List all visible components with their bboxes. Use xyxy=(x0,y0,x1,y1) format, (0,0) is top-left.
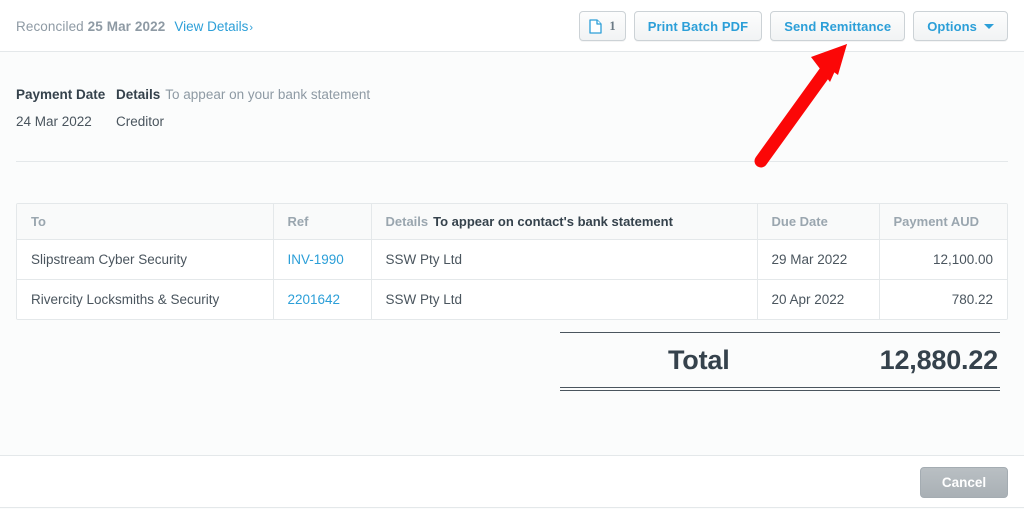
reconciled-date: 25 Mar 2022 xyxy=(87,18,166,34)
details-hint: To appear on your bank statement xyxy=(165,87,371,102)
cell-to: Slipstream Cyber Security xyxy=(17,239,274,280)
cell-to: Rivercity Locksmiths & Security xyxy=(17,279,274,319)
total-row: Total 12,880.22 xyxy=(560,333,1000,387)
cell-payment-amount: 780.22 xyxy=(879,279,1007,319)
send-remittance-button[interactable]: Send Remittance xyxy=(770,11,906,41)
attachments-button[interactable]: 1 xyxy=(579,11,626,41)
cell-due-date: 29 Mar 2022 xyxy=(757,239,880,280)
payment-date-value-cell: 24 Mar 2022 xyxy=(16,113,116,131)
details-value-cell: Creditor xyxy=(116,113,164,131)
column-header-to[interactable]: To xyxy=(17,204,274,240)
cancel-button[interactable]: Cancel xyxy=(920,467,1008,498)
due-date-text: 20 Apr 2022 xyxy=(771,291,845,307)
total-value: 12,880.22 xyxy=(879,344,999,375)
column-header-ref-label: Ref xyxy=(287,213,309,229)
column-header-ref[interactable]: Ref xyxy=(273,204,372,240)
cancel-label: Cancel xyxy=(941,475,987,490)
send-remittance-label: Send Remittance xyxy=(784,18,892,34)
payment-detail-screen: Reconciled 25 Mar 2022 View Details› 1 P… xyxy=(0,0,1024,509)
header-actions-group: 1 Print Batch PDF Send Remittance Option… xyxy=(579,0,1008,52)
due-date-text: 29 Mar 2022 xyxy=(771,251,848,267)
view-details-link[interactable]: View Details› xyxy=(174,19,253,34)
cell-payment-amount: 12,100.00 xyxy=(879,239,1007,280)
column-header-details[interactable]: Details To appear on contact's bank state… xyxy=(371,204,758,240)
summary-value-row: 24 Mar 2022 Creditor xyxy=(16,113,1008,131)
cell-details: SSW Pty Ltd xyxy=(371,239,758,280)
contact-name: Slipstream Cyber Security xyxy=(31,251,188,267)
payment-amount-text: 12,100.00 xyxy=(932,251,993,267)
summary-header-row: Payment Date Details To appear on your ba… xyxy=(16,86,1008,104)
cell-due-date: 20 Apr 2022 xyxy=(757,279,880,319)
line-items-table-container: To Ref Details To appear on contact's ban… xyxy=(16,203,1008,320)
page-header: Reconciled 25 Mar 2022 View Details› 1 P… xyxy=(0,0,1024,52)
details-text: SSW Pty Ltd xyxy=(385,291,463,307)
column-header-due-date-label: Due Date xyxy=(771,213,828,229)
invoice-ref-link[interactable]: 2201642 xyxy=(288,292,341,307)
details-column-header: Details To appear on your bank statement xyxy=(116,86,370,104)
cell-ref: 2201642 xyxy=(273,279,372,319)
total-rule-bottom xyxy=(560,387,1000,388)
options-label: Options xyxy=(927,18,977,34)
reconciled-status: Reconciled 25 Mar 2022 xyxy=(16,19,165,34)
column-header-payment-aud-label: Payment AUD xyxy=(893,213,979,229)
total-rule-bottom-second xyxy=(560,390,1000,391)
file-icon xyxy=(589,18,603,34)
details-label: Details xyxy=(116,87,161,102)
chevron-down-icon xyxy=(984,24,994,29)
payment-amount-text: 780.22 xyxy=(951,291,993,307)
cell-details: SSW Pty Ltd xyxy=(371,279,758,319)
column-header-details-sublabel: To appear on contact's bank statement xyxy=(433,213,673,229)
column-header-to-label: To xyxy=(31,213,46,229)
section-divider xyxy=(16,161,1008,162)
payment-date-value: 24 Mar 2022 xyxy=(16,114,92,129)
attachment-count: 1 xyxy=(609,18,616,33)
table-row[interactable]: Slipstream Cyber Security INV-1990 SSW P… xyxy=(17,239,1007,280)
header-left-group: Reconciled 25 Mar 2022 View Details› xyxy=(16,0,253,52)
details-text: SSW Pty Ltd xyxy=(385,251,463,267)
details-value: Creditor xyxy=(116,114,165,129)
line-items-table: To Ref Details To appear on contact's ban… xyxy=(17,204,1007,319)
view-details-label: View Details xyxy=(174,18,249,34)
reconciled-label: Reconciled xyxy=(16,18,84,34)
column-header-payment-aud[interactable]: Payment AUD xyxy=(879,204,1007,240)
payment-summary: Payment Date Details To appear on your ba… xyxy=(16,86,1008,131)
total-label: Total xyxy=(668,344,730,375)
print-batch-pdf-button[interactable]: Print Batch PDF xyxy=(633,11,763,41)
chevron-right-icon: › xyxy=(249,21,254,34)
payment-date-label: Payment Date xyxy=(16,87,106,102)
options-button[interactable]: Options xyxy=(913,11,1008,41)
payment-date-column-header: Payment Date xyxy=(16,86,116,104)
column-header-due-date[interactable]: Due Date xyxy=(757,204,880,240)
cell-ref: INV-1990 xyxy=(273,239,372,280)
invoice-ref-link[interactable]: INV-1990 xyxy=(288,252,344,267)
page-footer: Cancel xyxy=(0,455,1024,508)
contact-name: Rivercity Locksmiths & Security xyxy=(31,291,220,307)
table-header-row: To Ref Details To appear on contact's ban… xyxy=(17,204,1007,240)
total-section: Total 12,880.22 xyxy=(560,332,1000,391)
table-body: Slipstream Cyber Security INV-1990 SSW P… xyxy=(17,239,1007,319)
table-head: To Ref Details To appear on contact's ban… xyxy=(17,204,1007,240)
column-header-details-label: Details xyxy=(385,213,429,229)
table-row[interactable]: Rivercity Locksmiths & Security 2201642 … xyxy=(17,279,1007,319)
print-batch-pdf-label: Print Batch PDF xyxy=(647,18,749,34)
